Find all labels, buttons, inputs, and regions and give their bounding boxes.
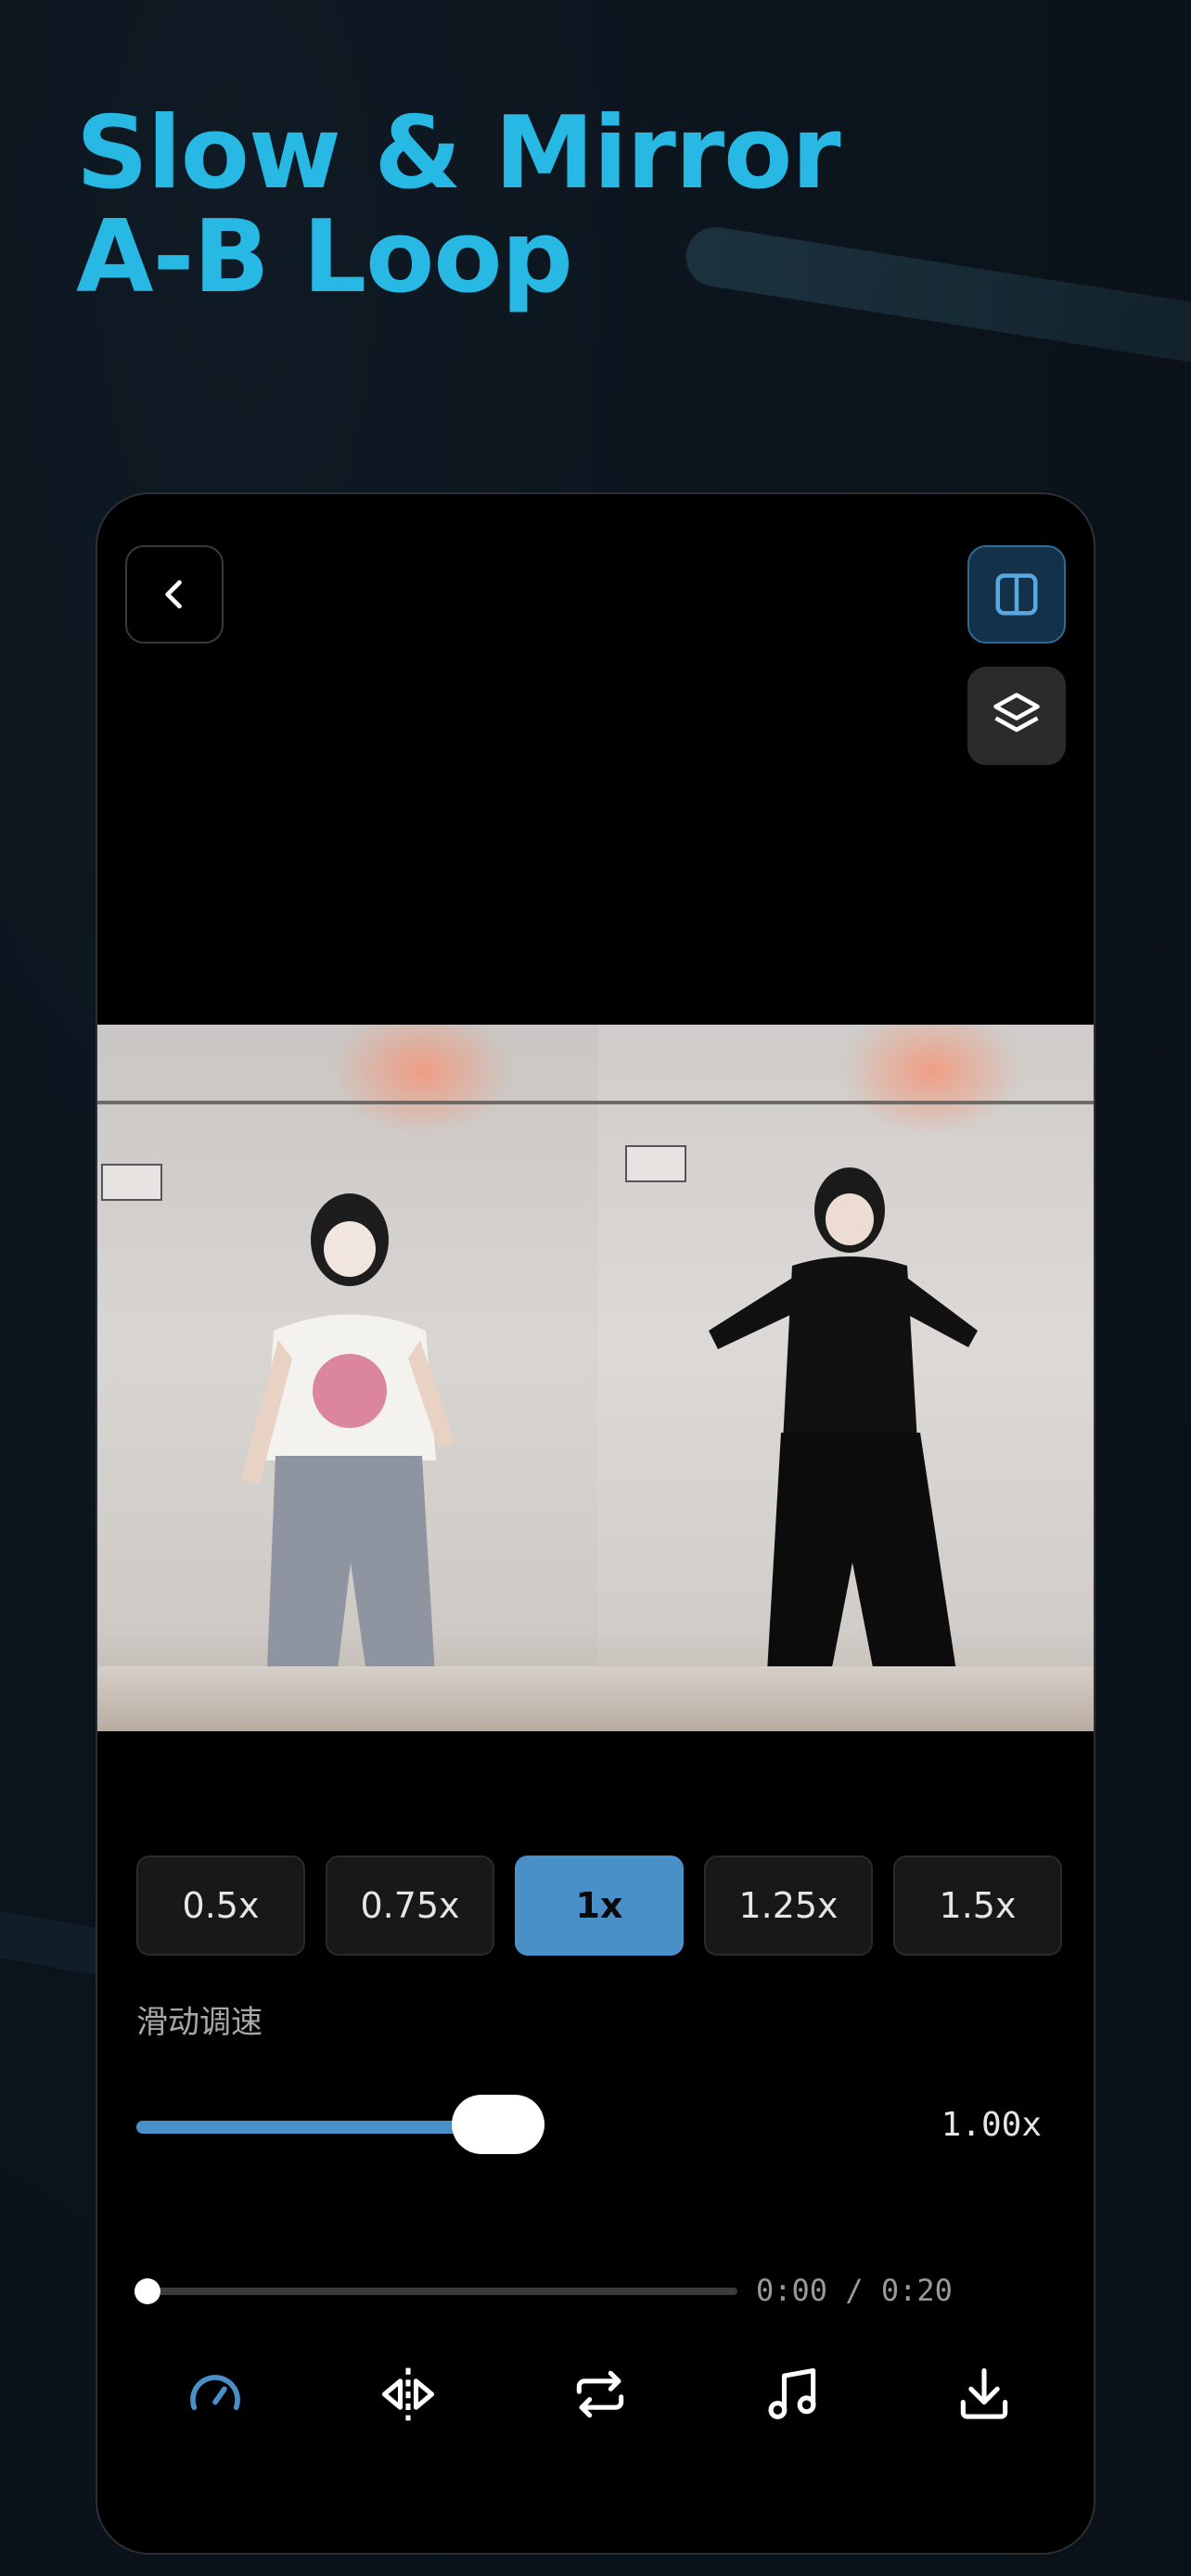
- playback-time: 0:00 / 0:20: [756, 2273, 953, 2308]
- headline-line-2: A-B Loop: [76, 199, 573, 315]
- split-view-icon: [995, 573, 1038, 616]
- playback-progress-bar[interactable]: [136, 2288, 737, 2295]
- speed-slider-handle[interactable]: [452, 2095, 544, 2154]
- speed-option-0.5x[interactable]: 0.5x: [136, 1855, 305, 1956]
- layers-button[interactable]: [967, 667, 1066, 765]
- loop-icon: [576, 2370, 624, 2418]
- loop-tool-button[interactable]: [549, 2343, 651, 2445]
- layers-icon: [993, 693, 1040, 733]
- headline: Slow & Mirror A-B Loop: [76, 96, 841, 315]
- playback-scrubber[interactable]: [134, 2278, 160, 2304]
- video-right-pane: [597, 1025, 1094, 1731]
- music-icon: [768, 2367, 816, 2419]
- download-icon: [960, 2367, 1008, 2419]
- dancer-figure: [241, 1193, 455, 1731]
- speed-option-1.5x[interactable]: 1.5x: [893, 1855, 1062, 1956]
- speed-tool-button[interactable]: [164, 2343, 266, 2445]
- mirror-icon: [381, 2367, 435, 2421]
- chevron-left-icon: [165, 580, 182, 609]
- speed-slider-label: 滑动调速: [136, 2004, 263, 2041]
- music-tool-button[interactable]: [741, 2343, 843, 2445]
- dancer-figure: [709, 1167, 978, 1729]
- speed-icon: [190, 2375, 240, 2410]
- back-button[interactable]: [125, 545, 224, 644]
- speed-option-1.25x[interactable]: 1.25x: [704, 1855, 873, 1956]
- split-view-button[interactable]: [967, 545, 1066, 644]
- mirror-tool-button[interactable]: [357, 2343, 459, 2445]
- speed-option-1x[interactable]: 1x: [515, 1855, 684, 1956]
- speed-value: 1.00x: [941, 2106, 1042, 2144]
- speed-option-0.75x[interactable]: 0.75x: [326, 1855, 494, 1956]
- phone-frame: 0.5x 0.75x 1x 1.25x 1.5x 滑动调速 1.00x 0:00…: [96, 492, 1095, 2555]
- bottom-toolbar: [97, 2343, 1094, 2445]
- video-preview[interactable]: [97, 1025, 1094, 1731]
- download-tool-button[interactable]: [933, 2343, 1035, 2445]
- headline-line-1: Slow & Mirror: [76, 96, 841, 211]
- controls-panel: 0.5x 0.75x 1x 1.25x 1.5x 滑动调速 1.00x 0:00…: [97, 1731, 1094, 2553]
- speed-presets: 0.5x 0.75x 1x 1.25x 1.5x: [136, 1855, 1062, 1956]
- app-store-screenshot: Slow & Mirror A-B Loop 0.5x 0.75x 1x 1.2…: [0, 0, 1191, 2576]
- video-left-pane: [97, 1025, 597, 1731]
